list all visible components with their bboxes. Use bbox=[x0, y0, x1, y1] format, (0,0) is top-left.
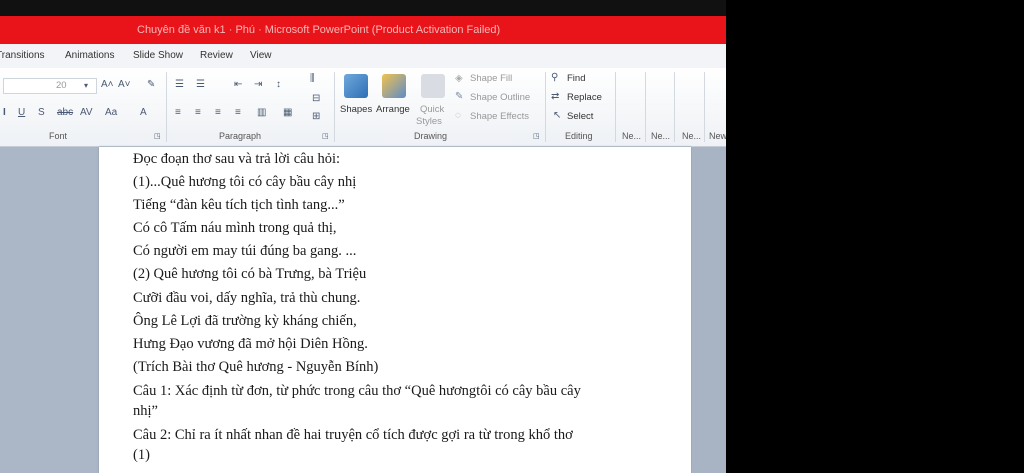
paint-bucket-icon: ◈ bbox=[455, 73, 463, 84]
text-line[interactable]: (1)...Quê hương tôi có cây bầu cây nhị bbox=[133, 174, 356, 191]
text-line[interactable]: Hưng Đạo vương đã mở hội Diên Hồng. bbox=[133, 336, 368, 353]
font-size-value: 20 bbox=[56, 80, 67, 91]
line-spacing-icon[interactable]: ↕ bbox=[276, 80, 281, 90]
shadow-icon[interactable]: S bbox=[38, 108, 45, 118]
screen-top-bar bbox=[0, 0, 726, 16]
find-button[interactable]: Find bbox=[567, 73, 585, 84]
group-label-font: Font bbox=[49, 131, 68, 141]
text-direction-icon[interactable]: ⫼ bbox=[310, 74, 315, 84]
bullets-icon[interactable]: ☰ bbox=[175, 80, 184, 90]
replace-icon: ⇄ bbox=[551, 91, 560, 102]
tab-transitions[interactable]: Transitions bbox=[0, 50, 45, 61]
underline-icon[interactable]: U bbox=[18, 108, 25, 118]
ribbon: 20 ▾ A˄ A˅ ✎ I U S abc AV Aa A Font ◳ ☰ … bbox=[0, 68, 726, 147]
justify-icon[interactable]: ≡ bbox=[235, 108, 241, 118]
arrange-button[interactable]: Arrange bbox=[376, 104, 410, 115]
slide-page[interactable]: Đọc đoạn thơ sau và trả lời câu hỏi: (1)… bbox=[99, 147, 691, 473]
window-title: Chuyên đề văn k1 · Phú · Microsoft Power… bbox=[137, 24, 501, 36]
chevron-down-icon: ▾ bbox=[84, 81, 89, 90]
shrink-font-icon[interactable]: A˅ bbox=[118, 80, 131, 90]
text-line[interactable]: (Trích Bài thơ Quê hương - Nguyễn Bính) bbox=[133, 359, 378, 376]
text-line[interactable]: (1) bbox=[133, 447, 150, 464]
align-center-icon[interactable]: ≡ bbox=[195, 108, 201, 118]
text-line[interactable]: Câu 1: Xác định từ đơn, từ phức trong câ… bbox=[133, 383, 581, 400]
ribbon-divider bbox=[334, 72, 335, 142]
cursor-icon: ↖ bbox=[553, 110, 562, 121]
title-bar: Chuyên đề văn k1 · Phú · Microsoft Power… bbox=[0, 16, 726, 44]
quick-styles-label-2[interactable]: Styles bbox=[416, 116, 442, 127]
group-label-new-1: Ne... bbox=[622, 131, 642, 141]
ribbon-divider bbox=[615, 72, 616, 142]
quick-styles-icon[interactable] bbox=[421, 74, 445, 98]
group-label-paragraph: Paragraph bbox=[219, 131, 262, 141]
decrease-indent-icon[interactable]: ⇤ bbox=[234, 80, 242, 90]
ribbon-tabs: Transitions Animations Slide Show Review… bbox=[0, 44, 726, 69]
workspace-right-margin bbox=[692, 147, 726, 473]
effects-icon: ◌ bbox=[455, 110, 461, 121]
shapes-button[interactable]: Shapes bbox=[340, 104, 372, 115]
smartart-icon[interactable]: ▦ bbox=[283, 108, 292, 118]
shape-outline-button[interactable]: Shape Outline bbox=[470, 92, 530, 103]
text-line[interactable]: Tiếng “đàn kêu tích tịch tình tang...” bbox=[133, 197, 345, 214]
shapes-icon[interactable] bbox=[344, 74, 368, 98]
group-label-new-2: Ne... bbox=[651, 131, 671, 141]
char-spacing-icon[interactable]: AV bbox=[80, 108, 93, 118]
text-line[interactable]: Có cô Tấm náu mình trong quả thị, bbox=[133, 220, 337, 237]
align-left-icon[interactable]: ≡ bbox=[175, 108, 181, 118]
ribbon-divider bbox=[545, 72, 546, 142]
group-label-drawing: Drawing bbox=[414, 131, 448, 141]
tab-animations[interactable]: Animations bbox=[65, 50, 114, 61]
ribbon-divider bbox=[704, 72, 705, 142]
clear-format-icon[interactable]: ✎ bbox=[147, 80, 155, 90]
grow-font-icon[interactable]: A˄ bbox=[101, 80, 114, 90]
ribbon-divider bbox=[166, 72, 167, 142]
dialog-launcher-icon[interactable]: ◳ bbox=[322, 132, 329, 142]
pen-icon: ✎ bbox=[455, 91, 464, 102]
text-line[interactable]: Cưỡi đầu voi, dấy nghĩa, trả thù chung. bbox=[133, 290, 360, 307]
powerpoint-window: Chuyên đề văn k1 · Phú · Microsoft Power… bbox=[0, 0, 726, 473]
group-label-new-4: New bbox=[709, 131, 726, 141]
text-line[interactable]: (2) Quê hương tôi có bà Trưng, bà Triệu bbox=[133, 266, 366, 283]
arrange-icon[interactable] bbox=[382, 74, 406, 98]
text-line[interactable]: Có người em may túi đúng ba gang. ... bbox=[133, 243, 356, 260]
increase-indent-icon[interactable]: ⇥ bbox=[254, 80, 262, 90]
font-color-icon[interactable]: A bbox=[140, 108, 147, 118]
tab-view[interactable]: View bbox=[250, 50, 272, 61]
columns-icon[interactable]: ▥ bbox=[257, 108, 266, 118]
convert-smartart-icon[interactable]: ⊞ bbox=[312, 112, 320, 122]
select-button[interactable]: Select bbox=[567, 111, 593, 122]
shape-fill-button[interactable]: Shape Fill bbox=[470, 73, 512, 84]
align-right-icon[interactable]: ≡ bbox=[215, 108, 221, 118]
group-label-editing: Editing bbox=[565, 131, 593, 141]
slide-workspace: Đọc đoạn thơ sau và trả lời câu hỏi: (1)… bbox=[0, 147, 726, 473]
replace-button[interactable]: Replace bbox=[567, 92, 602, 103]
numbering-icon[interactable]: ☰ bbox=[196, 80, 205, 90]
binoculars-icon: ⚲ bbox=[551, 72, 559, 83]
ribbon-divider bbox=[645, 72, 646, 142]
ribbon-divider bbox=[674, 72, 675, 142]
shape-effects-button[interactable]: Shape Effects bbox=[470, 111, 529, 122]
align-text-icon[interactable]: ⊟ bbox=[312, 94, 320, 104]
italic-icon[interactable]: I bbox=[3, 108, 6, 118]
tab-slide-show[interactable]: Slide Show bbox=[133, 50, 183, 61]
change-case-icon[interactable]: Aa bbox=[105, 108, 117, 118]
text-line[interactable]: Ông Lê Lợi đã trường kỳ kháng chiến, bbox=[133, 313, 357, 330]
text-line[interactable]: Câu 2: Chỉ ra ít nhất nhan đề hai truyện… bbox=[133, 427, 573, 444]
text-line[interactable]: Đọc đoạn thơ sau và trả lời câu hỏi: bbox=[133, 151, 340, 168]
tab-review[interactable]: Review bbox=[200, 50, 233, 61]
dialog-launcher-icon[interactable]: ◳ bbox=[154, 132, 161, 142]
font-size-box[interactable]: 20 ▾ bbox=[3, 78, 97, 94]
quick-styles-label-1[interactable]: Quick bbox=[420, 104, 444, 115]
group-label-new-3: Ne... bbox=[682, 131, 702, 141]
strikethrough-icon[interactable]: abc bbox=[57, 108, 73, 118]
dialog-launcher-icon[interactable]: ◳ bbox=[533, 132, 540, 142]
text-line[interactable]: nhị” bbox=[133, 403, 158, 420]
